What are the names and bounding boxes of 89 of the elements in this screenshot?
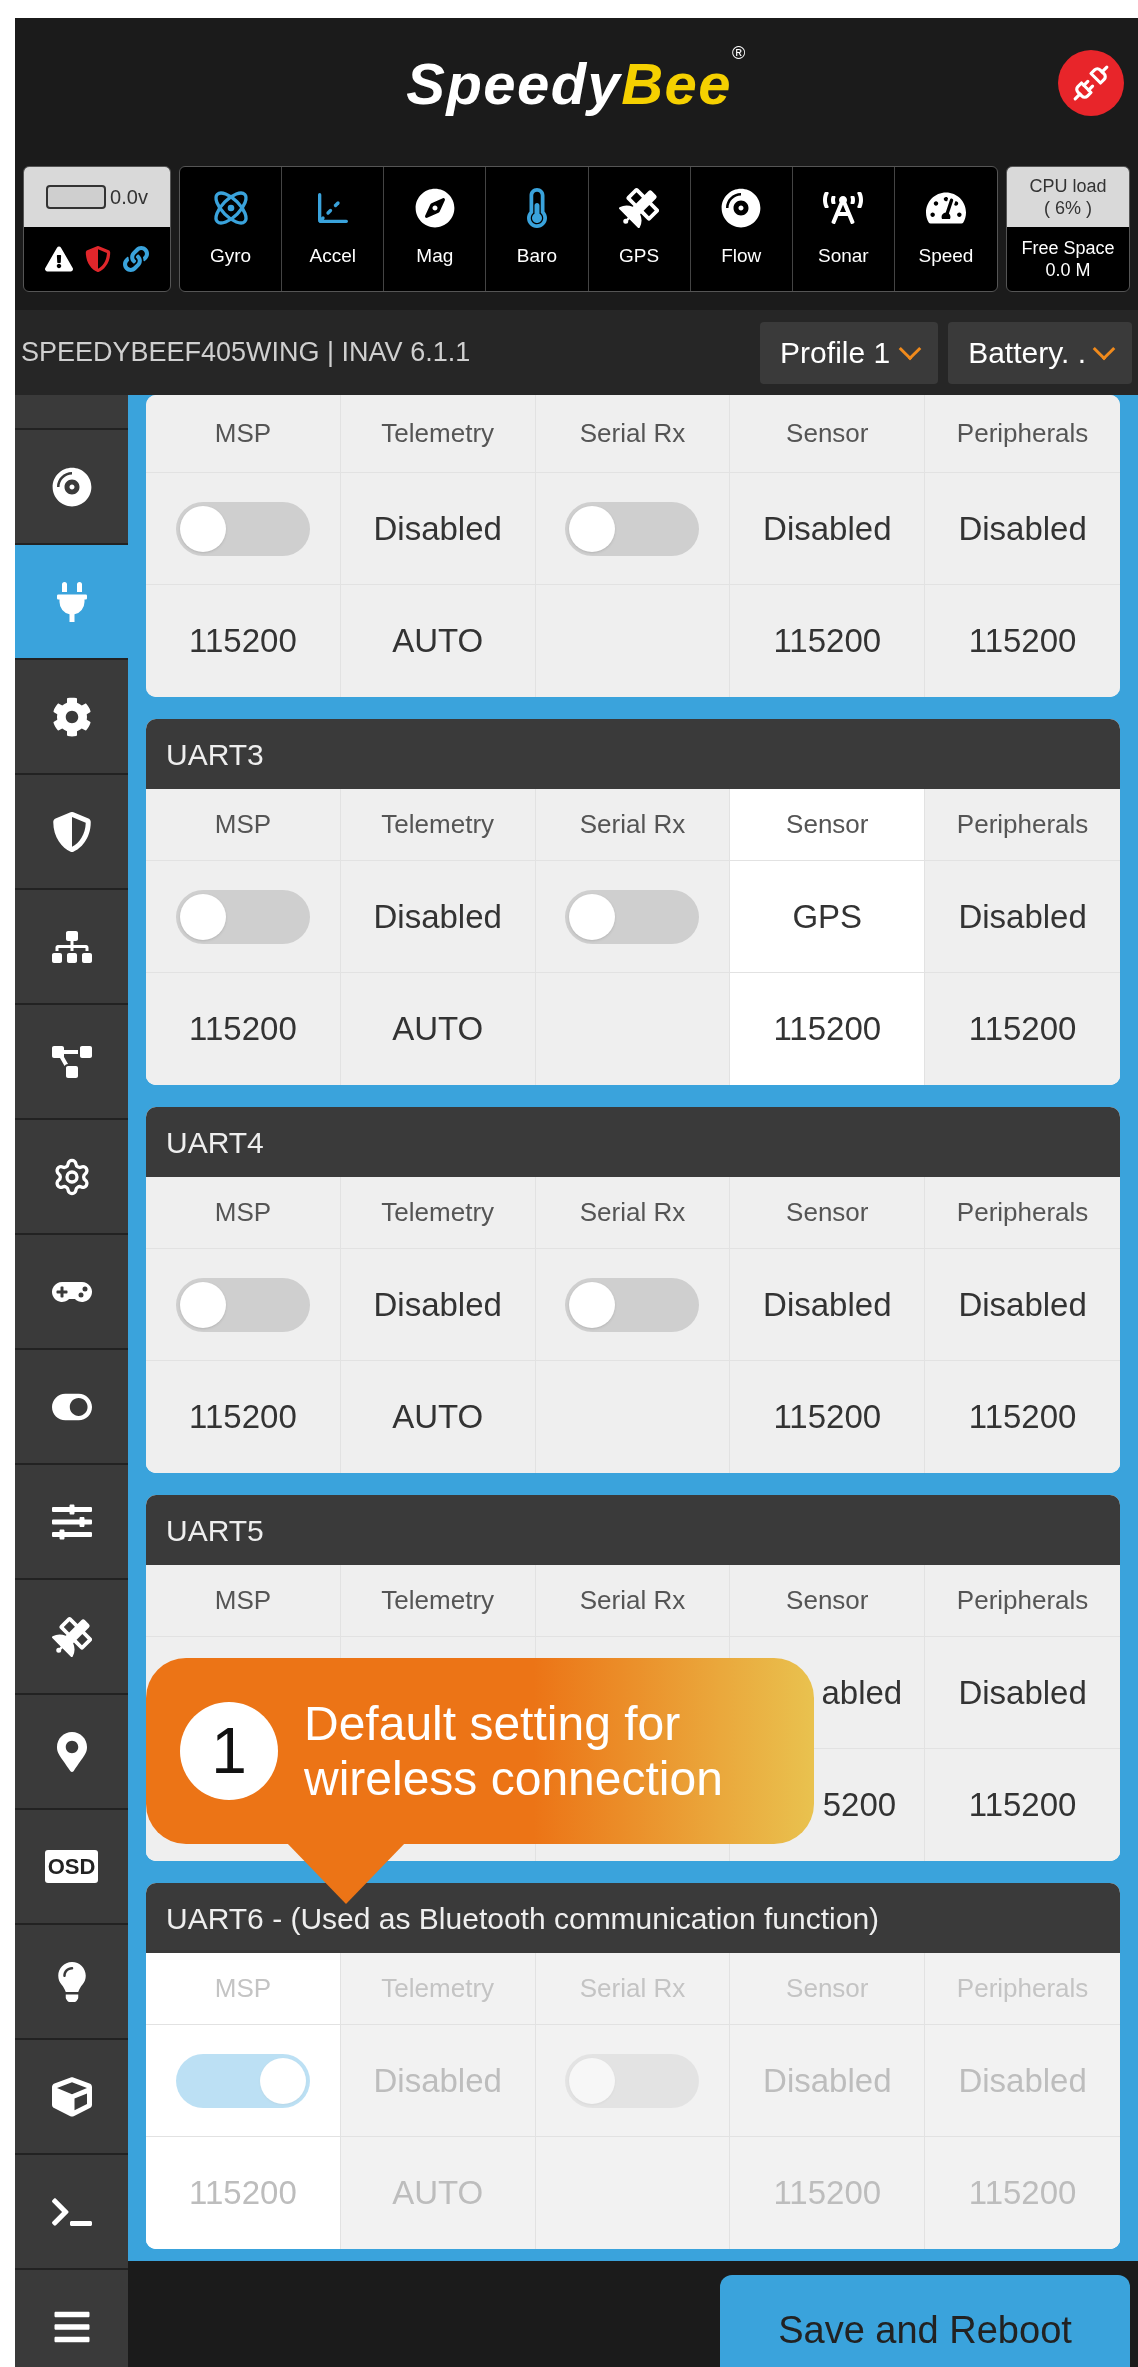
column-header: Telemetry [381, 417, 495, 450]
card-title: UART4 [146, 1107, 1120, 1177]
cell-value: GPS [792, 896, 863, 937]
cell-value: Disabled [373, 896, 502, 937]
battery-voltage: 0.0v [110, 185, 148, 210]
baud-rate: 115200 [189, 621, 297, 662]
toggle-switch[interactable] [175, 1277, 310, 1332]
column-header: Peripherals [956, 1584, 1089, 1617]
satellite-icon [51, 1616, 92, 1657]
cell-value: Disabled [763, 1284, 892, 1325]
column-header: MSP [214, 417, 272, 450]
cell-value: Disabled [958, 508, 1087, 549]
column-header: Sensor [786, 808, 869, 841]
cell-value: abled [821, 1672, 903, 1713]
column-header: Serial Rx [579, 1584, 686, 1617]
cell-value: Disabled [958, 1284, 1087, 1325]
baud-rate: 115200 [773, 621, 882, 662]
baud-rate: 115200 [968, 1397, 1077, 1438]
profile-dropdown[interactable]: Profile 1 [760, 321, 939, 384]
column-header: MSP [214, 1196, 272, 1229]
baud-rate: AUTO [392, 1397, 484, 1438]
toggle-switch[interactable] [175, 501, 310, 556]
toggle-switch[interactable] [565, 501, 700, 556]
sensor-label: Accel [309, 243, 356, 268]
board-info: SPEEDYBEEF405WING | INAV 6.1.1 [21, 336, 472, 370]
step-number: 1 [180, 1702, 278, 1800]
sensor-label: Sonar [817, 243, 869, 268]
toggle-switch[interactable] [565, 1277, 700, 1332]
baud-rate: 115200 [189, 1009, 297, 1050]
column-header: Peripherals [956, 1196, 1089, 1229]
gear-icon [51, 696, 92, 737]
cell-value: Disabled [958, 896, 1087, 937]
baud-rate: 5200 [822, 1785, 897, 1826]
sensor-label: Gyro [209, 243, 252, 268]
card-title: UART3 [146, 719, 1120, 789]
baud-rate: 115200 [968, 1785, 1077, 1826]
baud-rate: 115200 [773, 1009, 882, 1050]
column-header: Serial Rx [579, 808, 686, 841]
column-header: Serial Rx [579, 417, 686, 450]
cell-value: Disabled [373, 1284, 502, 1325]
cell-value: Disabled [958, 1672, 1087, 1713]
cpu-load-label: CPU load [1029, 174, 1107, 197]
shield-icon [51, 811, 92, 852]
shield-icon [85, 246, 111, 272]
card-title: UART5 [146, 1495, 1120, 1565]
cell-value: Disabled [763, 508, 892, 549]
column-header: MSP [214, 1972, 272, 2005]
column-header: Sensor [786, 417, 869, 450]
sensor-label: Speed [918, 243, 974, 268]
baud-rate: 115200 [773, 1397, 882, 1438]
column-header: Telemetry [381, 808, 495, 841]
baud-rate: 115200 [189, 1397, 297, 1438]
save-reboot-button[interactable]: Save and Reboot [720, 2275, 1130, 2367]
cube-icon [51, 2076, 92, 2117]
card-title: UART6 - (Used as Bluetooth communication function) [146, 1883, 1120, 1953]
baud-rate: 115200 [968, 621, 1077, 662]
column-header: Peripherals [956, 808, 1089, 841]
toggle-switch[interactable] [175, 889, 310, 944]
logo: SpeedyBee® [406, 41, 747, 118]
column-header: Sensor [786, 1196, 869, 1229]
callout-text: Default setting for wireless connection [304, 1695, 724, 1807]
unplug-icon [1072, 64, 1110, 102]
battery-icon [46, 185, 107, 209]
satellite-icon [619, 187, 660, 228]
column-header: Peripherals [956, 417, 1089, 450]
cell-value: Disabled [373, 508, 502, 549]
column-header: Sensor [786, 1584, 869, 1617]
column-header: Telemetry [381, 1196, 495, 1229]
column-header: Telemetry [381, 1584, 495, 1617]
free-space-value: 0.0 M [1045, 259, 1091, 282]
sensor-label: GPS [619, 243, 660, 268]
cpu-load-value: ( 6% ) [1044, 197, 1092, 220]
baud-rate: AUTO [392, 621, 484, 662]
sensor-label: Baro [516, 243, 557, 268]
osd-label: OSD [44, 1850, 99, 1883]
baud-rate: AUTO [392, 1009, 484, 1050]
free-space-label: Free Space [1021, 236, 1115, 259]
warning-icon [45, 245, 73, 273]
column-header: MSP [214, 1584, 272, 1617]
baud-rate: 115200 [189, 2173, 297, 2214]
baud-rate: 115200 [968, 1009, 1077, 1050]
column-header: MSP [214, 808, 272, 841]
compass-icon [414, 187, 455, 228]
column-header: Serial Rx [579, 1196, 686, 1229]
link-icon [123, 246, 149, 272]
toggle-switch[interactable] [565, 889, 700, 944]
battery-profile-dropdown[interactable]: Battery. . [948, 321, 1132, 384]
sensor-label: Mag [416, 243, 454, 268]
sensor-label: Flow [721, 243, 762, 268]
